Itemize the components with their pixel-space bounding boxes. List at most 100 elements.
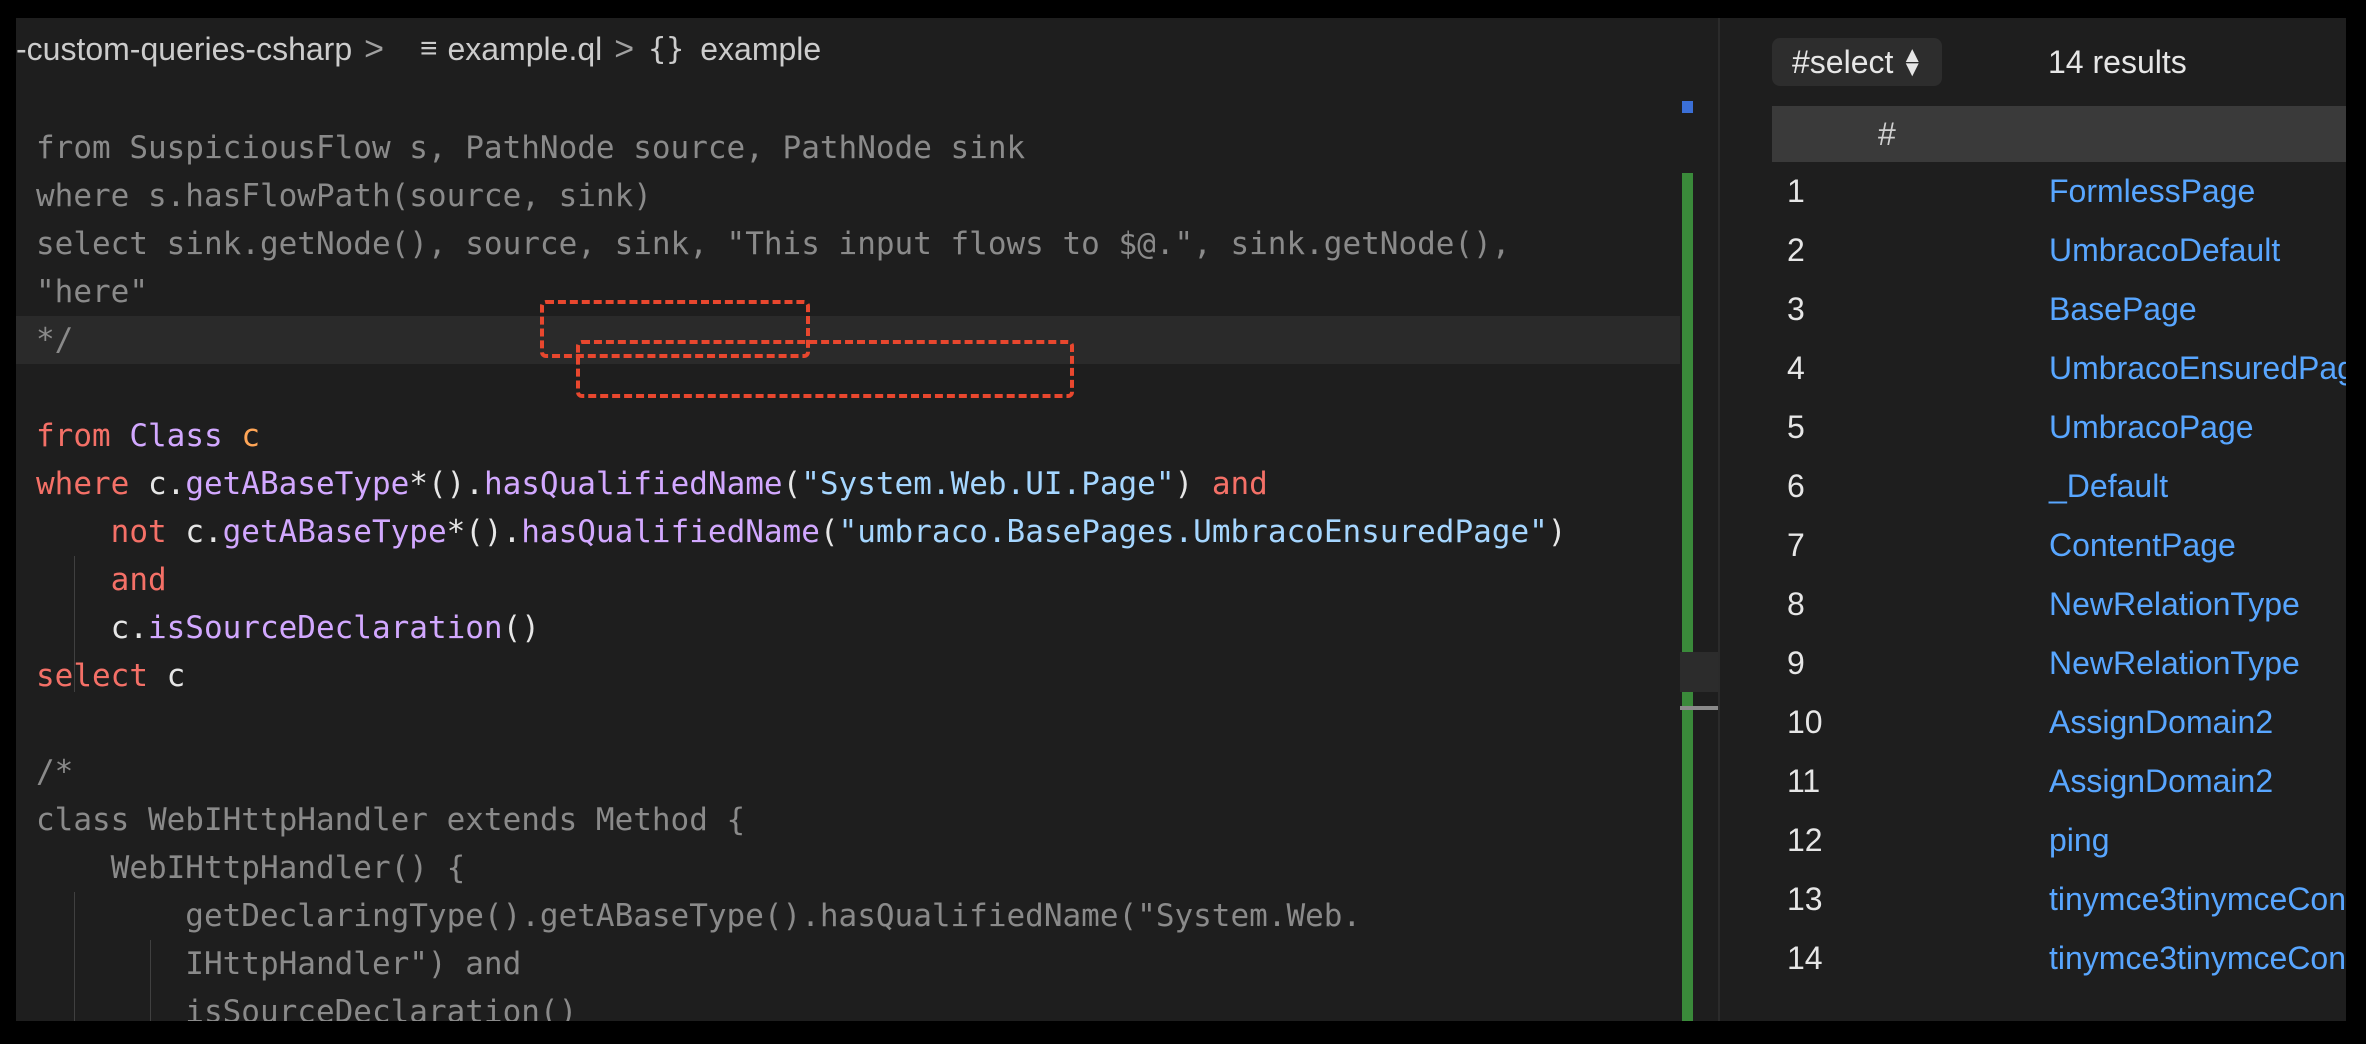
row-index: 5: [1787, 409, 1805, 445]
code-token: /*: [36, 754, 74, 790]
code-token: Class: [129, 418, 242, 454]
result-link[interactable]: tinymce3tinymceConfig: [2049, 929, 2346, 988]
code-token: "System.Web.UI.Page": [801, 466, 1175, 502]
code-token: getABaseType: [185, 466, 410, 502]
row-index: 7: [1787, 527, 1805, 563]
result-link[interactable]: UmbracoEnsuredPage: [2049, 339, 2346, 398]
result-link[interactable]: AssignDomain2: [2049, 752, 2273, 811]
code-token: (: [819, 514, 839, 550]
code-token: *().: [409, 466, 484, 502]
code-line[interactable]: from SuspiciousFlow s, PathNode source, …: [16, 124, 1681, 172]
code-lines[interactable]: from SuspiciousFlow s, PathNode source, …: [16, 124, 1681, 1021]
window: -custom-queries-csharp > ≡ example.ql > …: [16, 18, 2346, 1021]
row-index: 6: [1787, 468, 1805, 504]
code-line[interactable]: WebIHttpHandler() {: [16, 844, 1681, 892]
result-link[interactable]: ContentPage: [2049, 516, 2236, 575]
file-lines-icon: ≡: [419, 32, 438, 65]
result-link[interactable]: ping: [2049, 811, 2110, 870]
row-index: 4: [1787, 350, 1805, 386]
breadcrumb-symbol[interactable]: example: [700, 31, 821, 68]
table-row: 13 tinymce3tinymceConfig: [1772, 870, 2346, 929]
code-line[interactable]: and: [16, 556, 1681, 604]
table-row: 9 NewRelationType: [1772, 634, 2346, 693]
code-line[interactable]: [16, 700, 1681, 748]
row-index: 8: [1787, 586, 1805, 622]
code-line[interactable]: IHttpHandler") and: [16, 940, 1681, 988]
code-token: */: [36, 322, 74, 358]
code-token: *().: [446, 514, 522, 550]
row-index: 11: [1787, 763, 1821, 799]
code-line[interactable]: "here": [16, 268, 1681, 316]
table-row: 1 FormlessPage: [1772, 162, 2346, 221]
result-link[interactable]: NewRelationType: [2049, 634, 2300, 693]
query-results-panel: #select ▲ ▼ 14 results # 1 FormlessPage 2 Um…: [1720, 18, 2346, 1021]
row-index: 3: [1787, 291, 1805, 327]
code-token: and: [1211, 466, 1268, 502]
code-token: "umbraco.BasePages.UmbracoEnsuredPage": [838, 514, 1548, 550]
code-line[interactable]: select sink.getNode(), source, sink, "Th…: [16, 220, 1681, 268]
code-editor[interactable]: -custom-queries-csharp > ≡ example.ql > …: [16, 18, 1718, 1021]
code-token: select: [36, 658, 167, 694]
code-token: c: [241, 418, 260, 454]
code-line[interactable]: isSourceDeclaration(): [16, 988, 1681, 1021]
result-set-select-label: #select: [1792, 43, 1894, 80]
breadcrumb-chevron-icon: >: [614, 29, 635, 68]
result-link[interactable]: NewRelationType: [2049, 575, 2300, 634]
table-row: 6 _Default: [1772, 457, 2346, 516]
indent-guide: [74, 556, 75, 692]
code-token: class WebIHttpHandler extends Method {: [36, 802, 746, 838]
code-token: and: [36, 562, 167, 598]
table-row: 14 tinymce3tinymceConfig: [1772, 929, 2346, 988]
code-line[interactable]: class WebIHttpHandler extends Method {: [16, 796, 1681, 844]
result-link[interactable]: FormlessPage: [2049, 162, 2255, 221]
scrollbar-position-indicator: [1680, 706, 1718, 710]
code-token: where: [36, 466, 148, 502]
code-token: c.: [36, 610, 148, 646]
row-index: 2: [1787, 232, 1805, 268]
code-token: getDeclaringType().getABaseType().hasQua…: [36, 898, 1362, 934]
row-index: 10: [1787, 704, 1823, 740]
code-line[interactable]: [16, 364, 1681, 412]
table-row: 10 AssignDomain2: [1772, 693, 2346, 752]
result-link[interactable]: UmbracoDefault: [2049, 221, 2280, 280]
code-token: c: [166, 658, 186, 694]
result-link[interactable]: AssignDomain2: [2049, 693, 2273, 752]
code-line[interactable]: select c: [16, 652, 1681, 700]
code-line[interactable]: */: [16, 316, 1681, 364]
braces-symbol-icon: {}: [648, 31, 685, 67]
code-line[interactable]: c.isSourceDeclaration(): [16, 604, 1681, 652]
code-line[interactable]: from Class c: [16, 412, 1681, 460]
row-index: 12: [1787, 822, 1823, 858]
code-line[interactable]: not c.getABaseType*().hasQualifiedName("…: [16, 508, 1681, 556]
results-table-header: #: [1772, 106, 2346, 162]
code-line[interactable]: where c.getABaseType*().hasQualifiedName…: [16, 460, 1681, 508]
code-token: from: [36, 418, 130, 454]
breadcrumb-file[interactable]: example.ql: [447, 31, 602, 68]
code-token: isSourceDeclaration(): [36, 994, 578, 1021]
result-set-select[interactable]: #select ▲ ▼: [1772, 38, 1942, 86]
indent-guide: [150, 940, 151, 1021]
code-line[interactable]: where s.hasFlowPath(source, sink): [16, 172, 1681, 220]
code-line[interactable]: getDeclaringType().getABaseType().hasQua…: [16, 892, 1681, 940]
code-token: not: [36, 514, 186, 550]
minimap-marker: [1682, 101, 1693, 113]
table-row: 3 BasePage: [1772, 280, 2346, 339]
breadcrumb-chevron-icon: >: [364, 29, 384, 68]
row-index: 13: [1787, 881, 1823, 917]
code-token: WebIHttpHandler() {: [36, 850, 466, 886]
result-link[interactable]: _Default: [2049, 457, 2168, 516]
breadcrumb-project[interactable]: -custom-queries-csharp: [16, 31, 352, 68]
result-link[interactable]: tinymce3tinymceConfig: [2049, 870, 2346, 929]
result-count: 14 results: [2048, 44, 2187, 80]
breadcrumb: -custom-queries-csharp > ≡ example.ql > …: [16, 18, 1718, 80]
code-line[interactable]: /*: [16, 748, 1681, 796]
row-index: 14: [1787, 940, 1823, 976]
column-header-index[interactable]: #: [1878, 106, 1896, 162]
code-token: getABaseType: [222, 514, 447, 550]
result-link[interactable]: BasePage: [2049, 280, 2197, 339]
result-link[interactable]: UmbracoPage: [2049, 398, 2254, 457]
code-token: (: [782, 466, 802, 502]
scrollbar-thumb[interactable]: [1680, 652, 1718, 692]
table-row: 4 UmbracoEnsuredPage: [1772, 339, 2346, 398]
code-token: hasQualifiedName: [483, 466, 783, 502]
